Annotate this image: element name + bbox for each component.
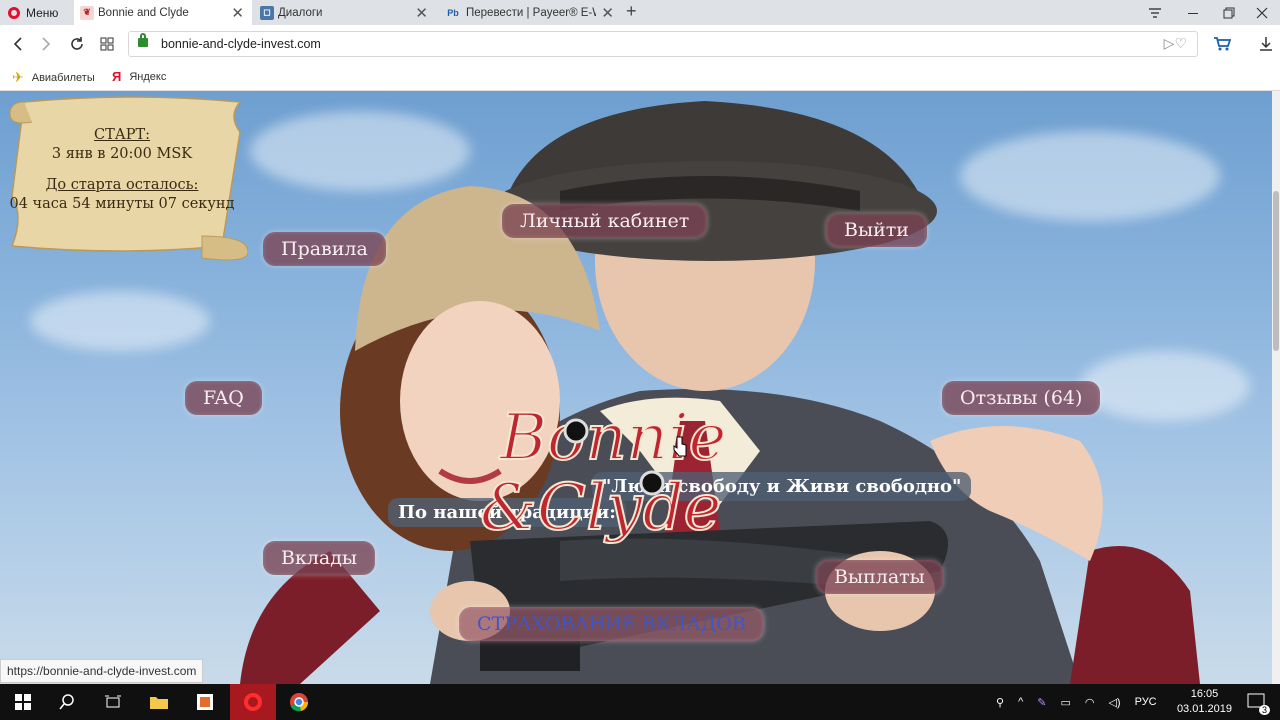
bookmarks-bar: ✈ Авиабилеты Я Яндекс — [0, 63, 1280, 91]
lock-icon — [138, 33, 148, 47]
task-view-icon[interactable] — [90, 684, 136, 720]
notifications-icon[interactable]: 3 — [1234, 684, 1280, 720]
vk-favicon-icon: ◻ — [260, 5, 274, 20]
countdown-scroll: СТАРТ: 3 янв в 20:00 MSK До старта остал… — [2, 96, 248, 264]
url-text[interactable]: bonnie-and-clyde-invest.com — [161, 37, 321, 51]
bonnie-clyde-logo: Bonnie &Clyde — [479, 400, 727, 546]
cabinet-link[interactable]: Личный кабинет — [502, 204, 708, 238]
menu-label: Меню — [26, 5, 59, 20]
chevron-up-icon[interactable]: ^ — [1018, 696, 1023, 708]
people-icon[interactable]: ⚲ — [996, 696, 1004, 709]
battery-icon[interactable]: ▭ — [1060, 696, 1070, 709]
chrome-icon[interactable] — [276, 684, 322, 720]
cart-icon[interactable] — [1212, 34, 1232, 54]
bookmark-yandex[interactable]: Я Яндекс — [112, 69, 166, 84]
faq-link[interactable]: FAQ — [185, 381, 262, 415]
rules-link[interactable]: Правила — [263, 232, 386, 266]
page-scrollbar[interactable] — [1272, 91, 1280, 684]
yandex-icon: Я — [112, 69, 122, 84]
download-icon[interactable] — [1256, 34, 1276, 54]
page-viewport: СТАРТ: 3 янв в 20:00 MSK До старта остал… — [0, 91, 1272, 684]
send-heart-icon[interactable]: ▷♡ — [1164, 35, 1187, 52]
tab-title: Диалоги — [278, 6, 323, 19]
office-app-icon[interactable] — [182, 684, 228, 720]
clock-date: 03.01.2019 — [1176, 703, 1232, 715]
bookmark-label: Яндекс — [129, 70, 167, 83]
tab-title: Bonnie and Clyde — [98, 6, 189, 19]
clock-time: 16:05 — [1190, 688, 1219, 700]
link-status-bar: https://bonnie-and-clyde-invest.com — [0, 659, 204, 683]
wifi-icon[interactable]: ◠ — [1085, 696, 1095, 709]
tab-strip: Меню ❦ Bonnie and Clyde ✕ ◻ Диалоги ✕ Pb… — [0, 0, 1280, 25]
close-tab-icon[interactable]: ✕ — [231, 4, 244, 22]
opera-logo-icon — [244, 693, 262, 711]
bullet-hole-icon — [639, 470, 665, 496]
plane-icon: ✈ — [12, 69, 24, 85]
search-icon[interactable] — [44, 684, 90, 720]
payouts-link[interactable]: Выплаты — [816, 560, 943, 594]
windows-start-icon[interactable] — [0, 684, 46, 720]
start-label: СТАРТ: — [93, 127, 151, 143]
payeer-favicon-icon: Pb — [447, 7, 459, 18]
close-window-icon[interactable] — [1244, 0, 1280, 25]
tab-menu-icon[interactable] — [1137, 0, 1173, 25]
hand-cursor-icon — [673, 436, 687, 457]
logout-link[interactable]: Выйти — [826, 213, 927, 247]
scrollbar-thumb[interactable] — [1273, 191, 1279, 351]
opera-menu-button[interactable]: Меню — [0, 0, 72, 25]
bookmark-aviabilety[interactable]: ✈ Авиабилеты — [12, 69, 95, 86]
remaining-value: 04 часа 54 минуты 07 секунд — [9, 196, 235, 212]
remaining-label: До старта осталось: — [45, 177, 199, 193]
new-tab-icon[interactable]: + — [626, 1, 637, 22]
start-value: 3 янв в 20:00 MSK — [51, 146, 193, 162]
reviews-link[interactable]: Отзывы (64) — [942, 381, 1101, 415]
opera-taskbar-icon[interactable] — [230, 684, 276, 720]
tab-bonnie-and-clyde[interactable]: ❦ Bonnie and Clyde ✕ — [74, 0, 252, 25]
reload-icon[interactable] — [67, 34, 87, 54]
tab-title: Перевести | Payeer® E-W — [466, 6, 596, 19]
minimize-icon[interactable] — [1175, 0, 1211, 25]
tab-payeer[interactable]: Pb Перевести | Payeer® E-W ✕ — [438, 0, 622, 25]
tab-dialogs[interactable]: ◻ Диалоги ✕ — [254, 0, 436, 25]
speed-dial-icon[interactable] — [97, 34, 117, 54]
notification-count: 3 — [1258, 705, 1270, 715]
system-tray: ⚲ ^ ✎ ▭ ◠ ◁) РУС — [996, 684, 1157, 720]
clock[interactable]: 16:05 03.01.2019 — [1177, 687, 1232, 717]
url-field[interactable]: bonnie-and-clyde-invest.com ▷♡ — [128, 31, 1198, 57]
address-bar-row: bonnie-and-clyde-invest.com ▷♡ — [0, 25, 1280, 63]
close-tab-icon[interactable]: ✕ — [415, 4, 428, 22]
bookmark-label: Авиабилеты — [31, 71, 95, 84]
volume-icon[interactable]: ◁) — [1108, 696, 1120, 709]
file-explorer-icon[interactable] — [136, 684, 182, 720]
bullet-hole-icon — [563, 418, 589, 444]
insurance-link[interactable]: СТРАХОВАНИЕ ВКЛАДОВ — [459, 607, 764, 641]
restore-icon[interactable] — [1211, 0, 1247, 25]
bc-favicon-icon: ❦ — [80, 5, 94, 20]
forward-icon[interactable] — [36, 34, 56, 54]
deposits-link[interactable]: Вклады — [263, 541, 376, 575]
windows-taskbar: ⚲ ^ ✎ ▭ ◠ ◁) РУС 16:05 03.01.2019 3 — [0, 684, 1280, 720]
logo-line-1: Bonnie — [499, 401, 726, 475]
opera-logo-icon — [8, 6, 20, 19]
language-indicator[interactable]: РУС — [1135, 696, 1157, 708]
pen-icon[interactable]: ✎ — [1037, 696, 1046, 709]
close-tab-icon[interactable]: ✕ — [601, 4, 614, 22]
logo-line-2: &Clyde — [480, 471, 721, 545]
back-icon[interactable] — [8, 34, 28, 54]
